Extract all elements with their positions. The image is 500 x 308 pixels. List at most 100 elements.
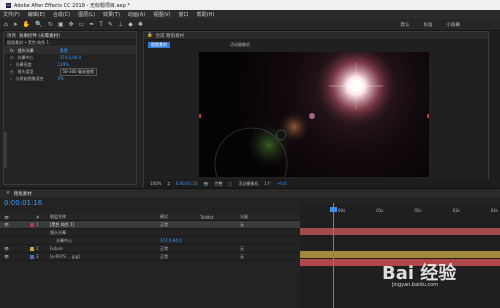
exposure-value[interactable]: +0.0 (277, 181, 287, 186)
menu-file[interactable]: 文件(F) (3, 11, 20, 18)
puppet-tool-icon[interactable]: ✱ (138, 21, 143, 28)
stopwatch-icon[interactable]: ◷ (10, 69, 14, 74)
pen-tool-icon[interactable]: ✒ (89, 21, 94, 28)
prop-name: 与原始图像混合 (15, 75, 44, 81)
prop-value[interactable]: 0% (58, 76, 64, 81)
text-tool-icon[interactable]: T (99, 21, 103, 28)
fx-icon[interactable]: fx (10, 48, 14, 53)
layer-row[interactable]: 光晕中心 374.0,94.0 (0, 237, 300, 245)
expand-arrow-icon[interactable]: › (10, 76, 12, 81)
rotate-tool-icon[interactable]: ↻ (48, 21, 53, 28)
layer-row[interactable]: 👁 3 [o-RSYS ... jpg] 正常 无 (0, 253, 300, 261)
current-time-indicator[interactable] (333, 203, 334, 308)
mode-select[interactable]: 正常 (160, 246, 240, 252)
layer-bar[interactable] (300, 251, 500, 258)
panel-scrollbar[interactable] (4, 132, 7, 168)
effect-row-name[interactable]: 镜头光晕 (50, 230, 160, 236)
tab-project[interactable]: 项目 (7, 33, 16, 39)
menu-window[interactable]: 窗口 (179, 11, 189, 18)
reset-button[interactable]: 重置 (60, 48, 68, 54)
views-select[interactable]: 1个 (264, 181, 271, 187)
lens-flare-graphic (197, 41, 431, 201)
ruler-label: 01s (376, 208, 384, 213)
workspace-small-screen[interactable]: 小屏幕 (447, 22, 461, 28)
visibility-icon[interactable]: 👁 (0, 246, 30, 251)
title-bar: Ae Adobe After Effects CC 2018 - 无标题项目.a… (0, 0, 500, 10)
prop-name: 光晕亮度 (15, 61, 32, 67)
timeline-graph-area[interactable]: 00s 01s 02s 03s 04s (300, 203, 500, 308)
layer-name[interactable]: [黑色 纯色 1] (50, 222, 160, 228)
workspace-default[interactable]: 默认 (401, 22, 410, 28)
ruler-label: 04s (490, 208, 498, 213)
viewer-controls: 100% ⌗ 0:00:01:16 📷 完整 ▢ 活动摄像机 1个 +0.0 (144, 179, 490, 188)
home-icon[interactable]: ⌂ (4, 21, 8, 28)
timecode-display[interactable]: 0:00:01:16 (176, 181, 198, 186)
tab-composition[interactable]: 合成 粗角素材 (156, 33, 184, 39)
col-layer-name: 图层名称 (50, 214, 66, 219)
layer-row[interactable]: 👁 2 Future 正常 无 (0, 245, 300, 253)
tab-effect-controls[interactable]: 效果控件 (光晕素材) (19, 33, 60, 39)
parent-select[interactable]: 无 (240, 246, 244, 252)
region-icon[interactable]: ▢ (229, 181, 233, 186)
selection-tool-icon[interactable]: ➤ (13, 21, 18, 28)
hand-tool-icon[interactable]: ✋ (23, 21, 30, 28)
layer-row[interactable]: 镜头光晕 (0, 229, 300, 237)
menu-effect[interactable]: 效果(T) (103, 11, 120, 18)
prop-value[interactable]: 129% (58, 62, 69, 67)
prop-value[interactable]: 374.0,94.0 (60, 55, 82, 60)
snapshot-icon[interactable]: 📷 (204, 181, 209, 186)
lens-type-select[interactable]: 50-300 毫米变焦 (59, 67, 97, 76)
menu-view[interactable]: 视图(V) (153, 11, 170, 18)
effect-header[interactable]: fx 镜头光晕 重置 (4, 47, 136, 54)
mode-select[interactable]: 正常 (160, 222, 240, 228)
magnification-select[interactable]: 100% (150, 181, 161, 186)
label-color[interactable] (30, 254, 34, 259)
parent-select[interactable]: 无 (240, 254, 244, 260)
layer-row[interactable]: 👁 1 [黑色 纯色 1] 正常 无 (0, 221, 300, 229)
ruler-label: 03s (452, 208, 460, 213)
label-color[interactable] (30, 222, 34, 227)
tab-timeline[interactable]: 粗角素材 (14, 191, 32, 197)
effect-name: 镜头光晕 (17, 47, 34, 53)
timeline-timecode[interactable]: 0:00:01:16 (4, 199, 42, 207)
label-color[interactable] (30, 246, 34, 251)
layer-bar[interactable] (300, 228, 500, 235)
zoom-tool-icon[interactable]: 🔍 (35, 21, 42, 28)
menu-edit[interactable]: 编辑(E) (28, 11, 45, 18)
camera-select[interactable]: 活动摄像机 (238, 181, 258, 187)
resolution-select[interactable]: 完整 (215, 181, 223, 187)
pan-tool-icon[interactable]: ✥ (69, 21, 74, 28)
menu-animation[interactable]: 动画(A) (128, 11, 145, 18)
mode-select[interactable]: 正常 (160, 254, 240, 260)
panel-title: 粗角素材 • 黑色 纯色 1 (4, 40, 136, 47)
layer-name[interactable]: [o-RSYS ... jpg] (50, 254, 160, 259)
stamp-tool-icon[interactable]: ⊥ (118, 21, 123, 28)
prop-name: 镜头类型 (17, 68, 34, 74)
rectangle-tool-icon[interactable]: ▭ (79, 21, 85, 28)
close-icon[interactable]: ✕ (6, 191, 10, 196)
composition-canvas[interactable] (197, 41, 431, 201)
right-panel-edge (490, 31, 500, 188)
brush-tool-icon[interactable]: ✎ (108, 21, 113, 28)
camera-tool-icon[interactable]: ▣ (58, 21, 64, 28)
comp-name-chip[interactable]: 粗角素材 (148, 42, 170, 48)
ruler-label: 00s (338, 208, 346, 213)
expand-arrow-icon[interactable]: › (10, 62, 12, 67)
menu-layer[interactable]: 图层(L) (78, 11, 95, 18)
workspace-standard[interactable]: 标准 (424, 22, 433, 28)
lock-icon[interactable]: 🔒 (147, 33, 153, 38)
layer-list: 👁 # 图层名称 模式 TrkMat 父级 👁 1 [黑色 纯色 1] 正常 无… (0, 214, 300, 261)
effect-controls-panel: 项目 效果控件 (光晕素材) 粗角素材 • 黑色 纯色 1 fx 镜头光晕 重置… (3, 31, 137, 185)
visibility-icon[interactable]: 👁 (0, 254, 30, 259)
parent-select[interactable]: 无 (240, 222, 244, 228)
stopwatch-icon[interactable]: ◷ (10, 55, 14, 60)
visibility-icon[interactable]: 👁 (0, 222, 30, 227)
eye-icon: 👁 (4, 214, 10, 220)
menu-composition[interactable]: 合成(C) (53, 11, 70, 18)
eraser-tool-icon[interactable]: ◆ (128, 21, 133, 28)
layer-name[interactable]: Future (50, 246, 160, 251)
menu-help[interactable]: 帮助(H) (197, 11, 215, 18)
grid-icon[interactable]: ⌗ (167, 181, 169, 186)
playhead-handle[interactable] (330, 207, 337, 212)
property-value[interactable]: 374.0,94.0 (160, 238, 182, 243)
